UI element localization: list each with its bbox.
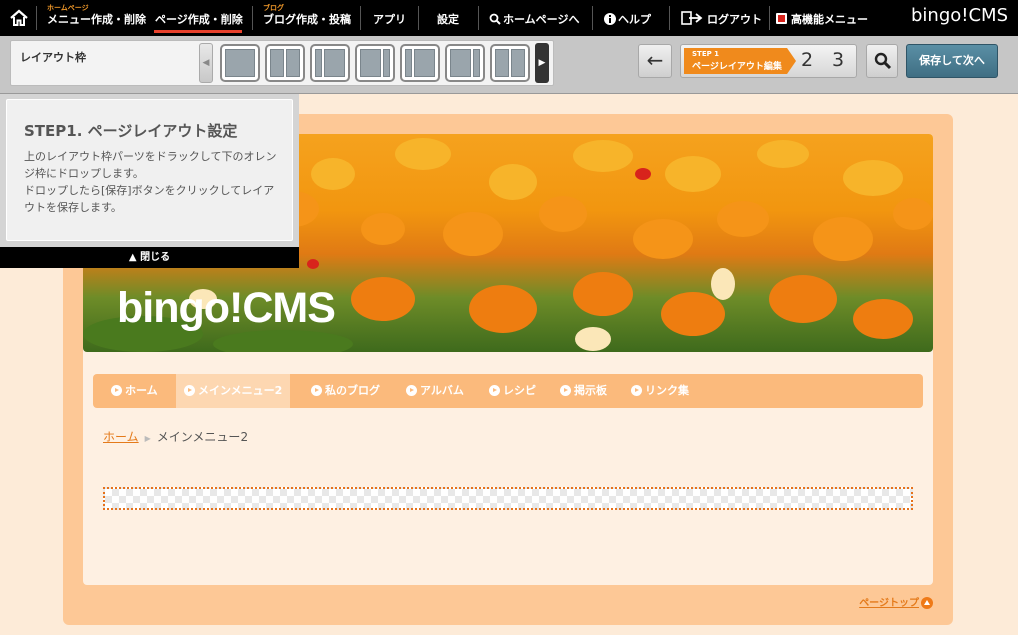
play-circle-icon <box>560 385 571 396</box>
menu-label: 設定 <box>437 13 459 26</box>
info-icon <box>604 13 616 25</box>
menu-label: ブログ作成・投稿 <box>263 13 351 26</box>
settings-menu[interactable]: 設定 <box>437 0 467 36</box>
brand-logo: bingo!CMS <box>910 5 1008 26</box>
page-top-link[interactable]: ページトップ <box>859 594 933 609</box>
breadcrumb-current: メインメニュー2 <box>156 430 249 444</box>
arrow-left-icon: ← <box>646 48 664 72</box>
home-icon <box>10 9 28 26</box>
help-line-1: 上のレイアウト枠パーツをドラックして下のオレンジ枠にドロップします。 <box>24 150 277 180</box>
back-button[interactable]: ← <box>638 44 672 78</box>
play-circle-icon <box>631 385 642 396</box>
nav-item-recipe[interactable]: レシピ <box>481 374 544 408</box>
layout-toolbar: レイアウト枠 ◀ ▶ ← STEP 1 ページレイアウト編集 2 3 保存して次… <box>0 36 1018 94</box>
global-navigation: ホーム メインメニュー2 私のブログ アルバム レシピ 掲示板 リンク集 <box>93 374 923 408</box>
layout-thumb-2col[interactable] <box>265 44 305 82</box>
step-2: 2 <box>801 49 814 71</box>
help-text: 上のレイアウト枠パーツをドラックして下のオレンジ枠にドロップします。 ドロップし… <box>24 148 279 216</box>
step-1-small-label: STEP 1 <box>692 50 720 58</box>
scroll-left-button[interactable]: ◀ <box>199 43 213 83</box>
magnifier-icon <box>874 52 892 70</box>
menu-label: 高機能メニュー <box>791 13 868 26</box>
menu-label: ヘルプ <box>618 13 651 26</box>
advanced-menu-toggle[interactable]: 高機能メニュー <box>776 0 872 36</box>
layout-thumb-left-sidebar[interactable] <box>310 44 350 82</box>
play-circle-icon <box>311 385 322 396</box>
layout-thumb-1col[interactable] <box>220 44 260 82</box>
layout-frame-label: レイアウト枠 <box>20 51 86 64</box>
help-close-button[interactable]: ▲ 閉じる <box>0 247 299 268</box>
logout-button[interactable]: ログアウト <box>681 0 765 36</box>
menu-label: ホームページへ <box>503 13 580 26</box>
step-1-label: ページレイアウト編集 <box>692 62 782 72</box>
arrow-up-circle-icon <box>921 597 933 609</box>
blog-create-post[interactable]: ブログ ブログ作成・投稿 <box>263 0 353 36</box>
step-3: 3 <box>832 49 845 71</box>
play-circle-icon <box>111 385 122 396</box>
help-popup: STEP1. ページレイアウト設定 上のレイアウト枠パーツをドラックして下のオレ… <box>0 94 299 268</box>
menu-label: アプリ <box>373 13 406 26</box>
nav-label: ホーム <box>125 384 158 397</box>
save-next-button[interactable]: 保存して次へ <box>906 44 998 78</box>
play-circle-icon <box>489 385 500 396</box>
nav-label: リンク集 <box>645 384 689 397</box>
menu-label: メニュー作成・削除 <box>47 13 146 26</box>
layout-thumb-left-wide[interactable] <box>400 44 440 82</box>
preview-button[interactable] <box>866 44 898 78</box>
nav-label: 掲示板 <box>574 384 607 397</box>
breadcrumb-arrow-icon: ▶ <box>144 434 151 443</box>
top-navigation-bar: ホームページ メニュー作成・削除 ページ作成・削除 ブログ ブログ作成・投稿 ア… <box>0 0 1018 36</box>
checkbox-icon <box>776 13 787 24</box>
apps-menu[interactable]: アプリ <box>373 0 409 36</box>
nav-label: レシピ <box>503 384 536 397</box>
menu-create-delete[interactable]: ホームページ メニュー作成・削除 <box>47 0 147 36</box>
site-title: bingo!CMS <box>117 284 336 332</box>
layout-thumb-right-wide[interactable] <box>445 44 485 82</box>
help-box: STEP1. ページレイアウト設定 上のレイアウト枠パーツをドラックして下のオレ… <box>6 99 293 241</box>
menu-label: ログアウト <box>707 13 762 26</box>
layout-thumb-right-sidebar[interactable] <box>355 44 395 82</box>
help-line-2: ドロップしたら[保存]ボタンをクリックしてレイアウトを保存します。 <box>24 184 275 214</box>
home-button[interactable] <box>8 0 30 36</box>
breadcrumb: ホーム ▶ メインメニュー2 <box>103 428 248 445</box>
nav-item-home[interactable]: ホーム <box>103 374 166 408</box>
step-1-current: STEP 1 ページレイアウト編集 <box>684 48 796 74</box>
nav-item-my-blog[interactable]: 私のブログ <box>303 374 388 408</box>
step-indicator: STEP 1 ページレイアウト編集 2 3 <box>680 44 857 78</box>
search-icon <box>489 13 501 25</box>
layout-drop-zone[interactable] <box>103 487 913 510</box>
active-indicator <box>154 30 242 33</box>
breadcrumb-home-link[interactable]: ホーム <box>103 430 139 444</box>
layout-thumb-split[interactable] <box>490 44 530 82</box>
menu-label: ページ作成・削除 <box>155 13 243 26</box>
layout-frame-panel: レイアウト枠 ◀ ▶ <box>10 40 554 86</box>
help-menu[interactable]: ヘルプ <box>604 0 664 36</box>
nav-label: アルバム <box>420 384 464 397</box>
go-homepage[interactable]: ホームページへ <box>489 0 589 36</box>
scroll-right-button[interactable]: ▶ <box>535 43 549 83</box>
nav-item-main-menu-2[interactable]: メインメニュー2 <box>176 374 291 408</box>
nav-item-links[interactable]: リンク集 <box>623 374 697 408</box>
nav-label: 私のブログ <box>325 384 380 397</box>
nav-item-album[interactable]: アルバム <box>398 374 472 408</box>
page-top-label: ページトップ <box>859 598 919 609</box>
nav-item-board[interactable]: 掲示板 <box>552 374 615 408</box>
play-circle-icon <box>184 385 195 396</box>
nav-label: メインメニュー2 <box>198 384 283 397</box>
logout-icon <box>681 11 703 25</box>
help-title: STEP1. ページレイアウト設定 <box>24 122 238 140</box>
play-circle-icon <box>406 385 417 396</box>
